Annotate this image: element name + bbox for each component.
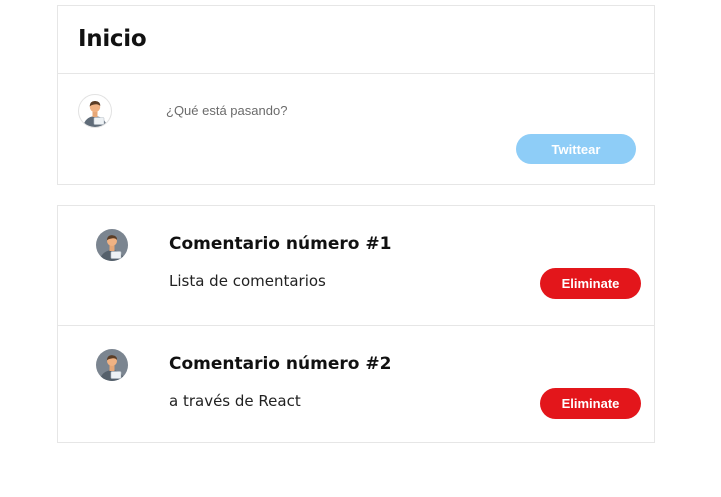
tweet-composer: Twittear: [58, 74, 654, 185]
user-avatar-icon: [78, 94, 112, 128]
delete-comment-button[interactable]: Eliminate: [540, 388, 641, 419]
twittear-button[interactable]: Twittear: [516, 134, 636, 164]
comment-list: Comentario número #1 Lista de comentario…: [57, 205, 655, 443]
comment-title: Comentario número #2: [169, 354, 392, 374]
comment-item: Comentario número #1 Lista de comentario…: [58, 206, 654, 325]
comment-avatar: [96, 349, 128, 381]
composer-card: Inicio Twittear: [57, 5, 655, 185]
comment-body: a través de React: [169, 392, 301, 410]
user-avatar-icon: [96, 349, 128, 381]
user-avatar-icon: [96, 229, 128, 261]
comment-item: Comentario número #2 a través de React E…: [58, 325, 654, 444]
comment-title: Comentario número #1: [169, 234, 392, 254]
comment-body: Lista de comentarios: [169, 272, 326, 290]
tweet-input[interactable]: [166, 99, 596, 121]
composer-avatar: [78, 94, 112, 128]
comment-avatar: [96, 229, 128, 261]
delete-comment-button[interactable]: Eliminate: [540, 268, 641, 299]
page-header: Inicio: [58, 6, 654, 74]
page-title: Inicio: [78, 26, 147, 52]
